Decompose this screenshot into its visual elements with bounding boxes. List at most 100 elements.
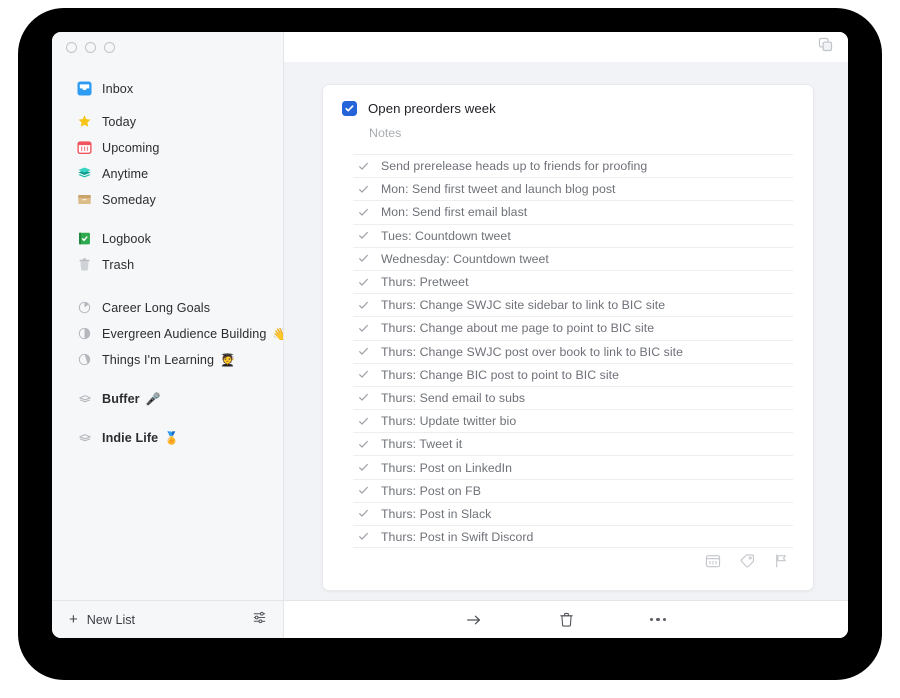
medal-emoji: 🏅 — [164, 430, 180, 445]
check-icon[interactable] — [356, 230, 371, 241]
checklist-item-label: Thurs: Post in Swift Discord — [381, 529, 534, 544]
sidebar-item-things-im-learning[interactable]: Things I'm Learning 🧑‍🎓 — [58, 349, 277, 370]
checklist-item-label: Thurs: Post in Slack — [381, 506, 492, 521]
sidebar-item-label: Upcoming — [102, 140, 160, 155]
window-titlebar — [52, 32, 283, 62]
logbook-icon — [76, 230, 93, 247]
check-icon[interactable] — [356, 253, 371, 264]
sidebar-item-logbook[interactable]: Logbook — [58, 228, 277, 249]
sidebar-item-label: Career Long Goals — [102, 300, 211, 315]
check-icon[interactable] — [356, 277, 371, 288]
delete-trash-icon[interactable] — [520, 611, 612, 628]
task-checkbox[interactable] — [342, 101, 357, 116]
check-icon[interactable] — [356, 184, 371, 195]
checklist-item-label: Thurs: Pretweet — [381, 275, 469, 290]
checklist-item[interactable]: Thurs: Change about me page to point to … — [353, 316, 793, 339]
sidebar-item-label: Today — [102, 114, 137, 129]
checklist-item[interactable]: Thurs: Post in Slack — [353, 501, 793, 525]
notes-field[interactable]: Notes — [369, 126, 793, 140]
progress-circle-icon — [76, 299, 93, 316]
area-stack-icon — [76, 390, 93, 407]
check-icon[interactable] — [356, 416, 371, 427]
checklist-item[interactable]: Thurs: Post in Swift Discord — [353, 525, 793, 549]
checklist-item-label: Thurs: Post on FB — [381, 483, 481, 498]
checklist-item[interactable]: Thurs: Post on LinkedIn — [353, 455, 793, 478]
check-icon[interactable] — [356, 392, 371, 403]
new-list-label: New List — [86, 612, 136, 627]
checklist-item-label: Thurs: Change about me page to point to … — [381, 321, 655, 336]
task-card: Open preorders week Notes Send prereleas… — [322, 84, 814, 591]
minimize-button[interactable] — [85, 41, 96, 53]
sidebar-item-someday[interactable]: Someday — [58, 189, 277, 210]
check-icon[interactable] — [356, 300, 371, 311]
checklist-item-label: Thurs: Change SWJC site sidebar to link … — [381, 298, 666, 313]
sidebar-item-buffer[interactable]: Buffer 🎤 — [58, 388, 277, 409]
more-ellipsis-icon[interactable] — [612, 617, 704, 622]
sidebar-item-label: Inbox — [102, 81, 134, 96]
microphone-emoji: 🎤 — [145, 391, 161, 406]
layers-icon — [76, 165, 93, 182]
task-title[interactable]: Open preorders week — [368, 101, 496, 116]
checklist-item[interactable]: Thurs: Post on FB — [353, 478, 793, 502]
checklist-item[interactable]: Send prerelease heads up to friends for … — [353, 154, 793, 177]
check-icon[interactable] — [356, 346, 371, 357]
check-icon[interactable] — [356, 439, 371, 450]
sidebar-item-trash[interactable]: Trash — [58, 254, 277, 275]
check-icon[interactable] — [356, 508, 371, 519]
checklist-item[interactable]: Thurs: Tweet it — [353, 432, 793, 455]
sliders-icon[interactable] — [252, 610, 267, 630]
check-icon[interactable] — [356, 161, 371, 172]
sidebar-item-label: Anytime — [102, 166, 149, 181]
sidebar-group-timeframes: Today Upcoming Anytime Someday — [52, 111, 283, 210]
sidebar-item-label: Indie Life — [102, 430, 159, 445]
star-icon — [76, 113, 93, 130]
checklist-item[interactable]: Tues: Countdown tweet — [353, 223, 793, 247]
inbox-icon — [76, 80, 93, 97]
sidebar-item-inbox[interactable]: Inbox — [58, 78, 277, 99]
sidebar-group-area-indie-life: Indie Life 🏅 — [52, 427, 283, 448]
checklist-item[interactable]: Thurs: Change BIC post to point to BIC s… — [353, 362, 793, 386]
area-stack-icon — [76, 429, 93, 446]
sidebar-item-evergreen-audience-building[interactable]: Evergreen Audience Building 👋 — [58, 323, 283, 344]
check-icon[interactable] — [356, 485, 371, 496]
tag-icon[interactable] — [739, 553, 755, 574]
check-icon[interactable] — [356, 207, 371, 218]
graduate-emoji: 🧑‍🎓 — [220, 352, 236, 367]
checklist-item[interactable]: Wednesday: Countdown tweet — [353, 246, 793, 270]
checklist-item[interactable]: Thurs: Change SWJC post over book to lin… — [353, 339, 793, 363]
sidebar-item-today[interactable]: Today — [58, 111, 277, 132]
checklist-item-label: Thurs: Change BIC post to point to BIC s… — [381, 367, 619, 382]
zoom-button[interactable] — [104, 41, 115, 53]
progress-circle-icon — [76, 351, 93, 368]
move-arrow-icon[interactable] — [428, 611, 520, 629]
sidebar-item-indie-life[interactable]: Indie Life 🏅 — [58, 427, 277, 448]
when-calendar-icon[interactable] — [705, 553, 721, 574]
new-list-button[interactable]: + New List — [69, 612, 135, 627]
checklist-item[interactable]: Thurs: Update twitter bio — [353, 409, 793, 432]
checklist-item-label: Thurs: Post on LinkedIn — [381, 460, 513, 475]
checklist-item[interactable]: Thurs: Pretweet — [353, 269, 793, 293]
close-button[interactable] — [66, 41, 77, 53]
checklist-item[interactable]: Mon: Send first tweet and launch blog po… — [353, 177, 793, 200]
sidebar-item-anytime[interactable]: Anytime — [58, 163, 277, 184]
sidebar-item-label: Someday — [102, 192, 156, 207]
sidebar: Inbox Today Upcoming Anytime Someday Log… — [52, 32, 284, 638]
copy-windows-icon[interactable] — [818, 37, 833, 57]
check-icon[interactable] — [356, 323, 371, 334]
archive-box-icon — [76, 191, 93, 208]
checklist-item[interactable]: Thurs: Send email to subs — [353, 385, 793, 409]
waving-hand-emoji: 👋 — [272, 326, 283, 341]
checklist-item[interactable]: Thurs: Change SWJC site sidebar to link … — [353, 293, 793, 316]
check-icon[interactable] — [356, 531, 371, 542]
check-icon[interactable] — [356, 462, 371, 473]
checklist-item[interactable]: Mon: Send first email blast — [353, 200, 793, 223]
check-icon[interactable] — [356, 369, 371, 380]
sidebar-item-career-long-goals[interactable]: Career Long Goals — [58, 297, 277, 318]
app-window: Inbox Today Upcoming Anytime Someday Log… — [52, 32, 848, 638]
deadline-flag-icon[interactable] — [773, 553, 789, 574]
sidebar-group-area-buffer: Buffer 🎤 — [52, 388, 283, 409]
task-detail-area: Open preorders week Notes Send prereleas… — [284, 62, 848, 600]
checklist-item-label: Thurs: Change SWJC post over book to lin… — [381, 344, 684, 359]
checklist-item-label: Send prerelease heads up to friends for … — [381, 159, 648, 174]
sidebar-item-upcoming[interactable]: Upcoming — [58, 137, 277, 158]
